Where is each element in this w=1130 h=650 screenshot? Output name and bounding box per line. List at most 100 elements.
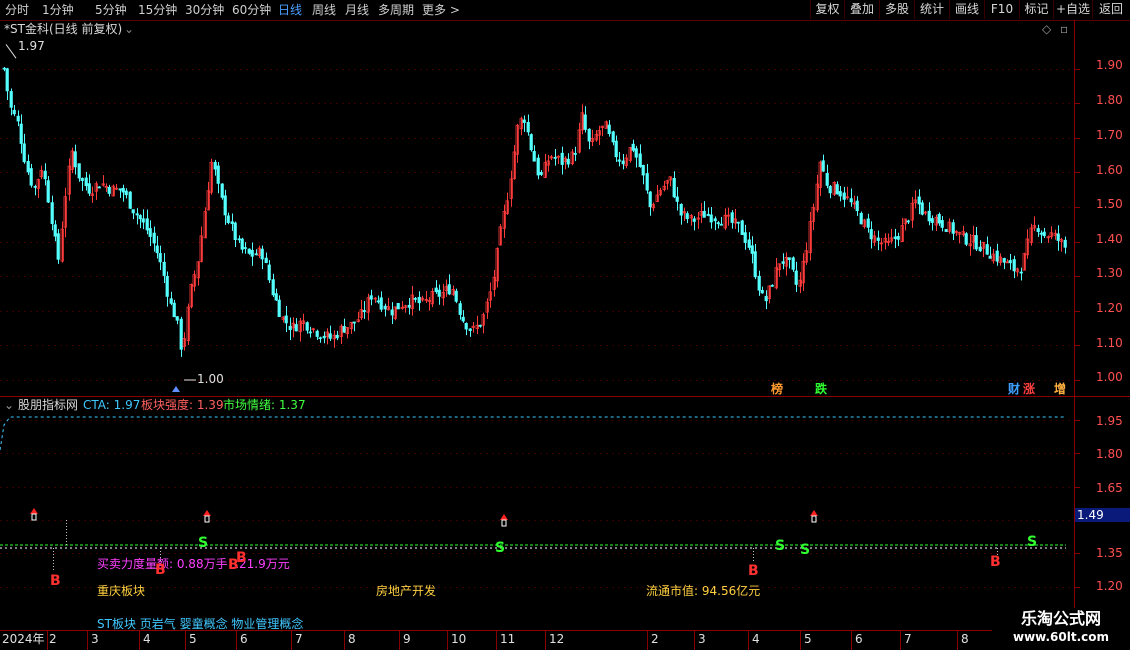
candle-body	[828, 186, 832, 194]
candle-body	[692, 218, 696, 222]
indicator-axis-label: 1.65	[1096, 481, 1123, 495]
candle-body	[985, 244, 989, 255]
candle-body	[1056, 233, 1060, 241]
window-icon[interactable]: ▫	[1060, 22, 1068, 36]
candle-body	[145, 218, 149, 231]
timeline-label: 8	[961, 632, 969, 646]
candle-body	[855, 200, 859, 212]
candle-body	[335, 334, 339, 339]
candle-body	[906, 220, 910, 223]
candle-body	[893, 236, 897, 239]
event-tag-cai[interactable]: 财	[1008, 382, 1020, 396]
price-label: 1.50	[1096, 197, 1123, 211]
candle-body	[141, 218, 145, 223]
candle-body	[362, 310, 366, 313]
sell-signal: S	[775, 538, 786, 554]
low-arrow-icon	[172, 386, 180, 392]
diamond-icon[interactable]: ◇	[1042, 22, 1051, 36]
event-tag-die[interactable]: 跌	[815, 382, 827, 396]
candle-body	[876, 237, 880, 241]
candle-body	[638, 153, 642, 167]
candle-body	[138, 215, 142, 220]
price-label: 1.70	[1096, 128, 1123, 142]
candle-body	[587, 128, 591, 142]
candle-body	[158, 253, 162, 263]
timeline-label: 2	[49, 632, 57, 646]
arrow-box-icon	[204, 515, 210, 523]
timeline-label: 5	[804, 632, 812, 646]
candle-body	[87, 183, 91, 194]
sell-signal: S	[1027, 534, 1038, 550]
candle-body	[611, 131, 615, 143]
price-label: 1.20	[1096, 301, 1123, 315]
candle-body	[254, 253, 258, 256]
candle-body	[169, 298, 173, 304]
candle-body	[529, 134, 533, 151]
watermark-title: 乐淘公式网	[1020, 609, 1101, 628]
timeline-label: 7	[295, 632, 303, 646]
market-sentiment-value: 市场情绪: 1.37	[223, 398, 306, 412]
candle-body	[305, 322, 309, 331]
flow-text: 买卖力度量额: 0.88万手 121.9万元	[97, 557, 290, 571]
candle-body	[9, 91, 13, 108]
arrow-box-icon	[31, 513, 37, 521]
indicator-name[interactable]: 股朋指标网	[18, 398, 78, 412]
cta-value: CTA: 1.97	[83, 398, 141, 412]
candle-body	[233, 222, 237, 241]
candle-body	[19, 123, 23, 144]
candle-body	[1036, 228, 1040, 233]
candle-body	[753, 251, 757, 278]
candle-body	[940, 220, 944, 228]
candle-body	[679, 203, 683, 216]
candle-body	[685, 213, 689, 220]
timeline-label: 3	[698, 632, 706, 646]
candle-body	[284, 315, 288, 324]
candle-body	[770, 284, 774, 287]
stock-chart[interactable]	[0, 0, 1130, 650]
candle-body	[944, 229, 948, 232]
timeline-label: 4	[752, 632, 760, 646]
candle-body	[526, 122, 530, 133]
candle-body	[995, 250, 999, 262]
timeline-label: 3	[91, 632, 99, 646]
candle-body	[383, 305, 387, 310]
candle-body	[1063, 239, 1067, 248]
event-tag-bang[interactable]: 榜	[771, 382, 783, 396]
candle-body	[80, 178, 84, 181]
timeline-label: 10	[451, 632, 467, 646]
candle-body	[607, 124, 611, 134]
candle-body	[175, 316, 179, 321]
candle-body	[702, 210, 706, 218]
candle-body	[50, 202, 54, 224]
candle-body	[825, 172, 829, 186]
concepts-text: ST板块 页岩气 婴童概念 物业管理概念	[97, 617, 304, 631]
candle-body	[764, 295, 768, 302]
candle-body	[447, 284, 451, 295]
indicator-collapse-icon[interactable]: ⌄	[4, 398, 14, 412]
candle-body	[379, 297, 383, 310]
candle-body	[413, 297, 417, 300]
buy-signal: B	[236, 550, 247, 566]
collapse-chevron-icon[interactable]: ⌄	[124, 22, 134, 36]
event-tag-zeng[interactable]: 增	[1054, 382, 1066, 396]
candle-body	[709, 214, 713, 223]
candle-body	[821, 160, 825, 172]
current-value-badge: 1.49	[1075, 508, 1130, 522]
timeline-label: 11	[500, 632, 516, 646]
market-cap-text: 流通市值: 94.56亿元	[646, 584, 761, 598]
candle-body	[583, 114, 587, 130]
arrow-box-icon	[811, 515, 817, 523]
candle-body	[46, 180, 50, 203]
candle-body	[560, 152, 564, 165]
candle-body	[869, 229, 873, 240]
timeline-label: 6	[240, 632, 248, 646]
timeline-label: 5	[189, 632, 197, 646]
candle-body	[230, 221, 234, 224]
candle-body	[713, 218, 717, 222]
candle-body	[866, 218, 870, 228]
candle-body	[16, 115, 20, 122]
candle-body	[97, 186, 101, 189]
industry-text: 房地产开发	[376, 584, 437, 598]
event-tag-zhang[interactable]: 涨	[1023, 382, 1035, 396]
cta-line	[0, 416, 1066, 451]
